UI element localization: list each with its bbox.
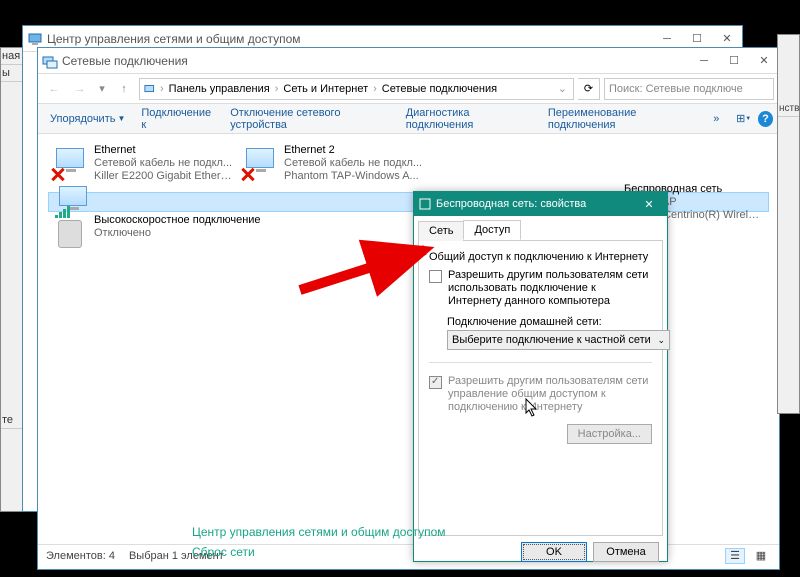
crumb-network-internet[interactable]: Сеть и Интернет	[280, 83, 371, 95]
tab-sharing[interactable]: Доступ	[463, 220, 521, 240]
search-placeholder: Поиск: Сетевые подключе	[609, 83, 743, 95]
diagnose-button[interactable]: Диагностика подключения	[400, 103, 538, 135]
view-large-icons-button[interactable]: ▦	[751, 548, 771, 564]
nav-up-button[interactable]: ↑	[113, 78, 135, 100]
connection-ethernet-2[interactable]: Ethernet 2 Сетевой кабель не подкл... Ph…	[238, 142, 428, 192]
ethernet-icon	[50, 144, 90, 184]
connection-name: Ethernet	[94, 144, 234, 157]
tab-network[interactable]: Сеть	[418, 221, 464, 241]
dialog-titlebar[interactable]: Беспроводная сеть: свойства ✕	[414, 192, 667, 216]
command-bar: Упорядочить▼ Подключение к Отключение се…	[38, 104, 779, 134]
checkbox-allow-control-label: Разрешить другим пользователям сети упра…	[448, 375, 652, 414]
close-button[interactable]: ✕	[749, 48, 779, 74]
connection-name: Высокоскоростное подключение	[94, 214, 261, 227]
connection-status: Сетевой кабель не подкл...	[94, 157, 234, 170]
modem-icon	[50, 214, 90, 254]
connect-to-button[interactable]: Подключение к	[135, 103, 220, 135]
section-heading: Общий доступ к подключению к Интернету	[429, 251, 652, 263]
crumb-control-panel[interactable]: Панель управления	[166, 83, 273, 95]
window-title: Центр управления сетями и общим доступом	[47, 32, 652, 46]
connection-status: Сетевой кабель не подкл...	[284, 157, 422, 170]
maximize-button[interactable]: ☐	[719, 48, 749, 74]
checkbox-allow-sharing-label: Разрешить другим пользователям сети испо…	[448, 269, 652, 308]
background-panel-fragment-right: нства	[777, 34, 800, 414]
minimize-button[interactable]: ─	[689, 48, 719, 74]
home-connection-label: Подключение домашней сети:	[447, 316, 652, 328]
rename-button[interactable]: Переименование подключения	[542, 103, 703, 135]
dialog-wireless-properties: Беспроводная сеть: свойства ✕ Сеть Досту…	[413, 191, 668, 562]
connection-name: Ethernet 2	[284, 144, 422, 157]
nav-forward-button[interactable]: →	[69, 78, 91, 100]
breadcrumb[interactable]: › Панель управления › Сеть и Интернет › …	[139, 78, 574, 100]
connection-device: Phantom TAP-Windows A...	[284, 170, 422, 183]
settings-button: Настройка...	[567, 424, 652, 444]
home-connection-select[interactable]: Выберите подключение к частной сети⌄	[447, 330, 670, 350]
view-details-button[interactable]: ☰	[725, 548, 745, 564]
network-icon	[144, 82, 158, 96]
connection-status: Отключено	[94, 227, 234, 240]
link-network-center[interactable]: Центр управления сетями и общим доступом	[192, 525, 446, 539]
link-network-reset[interactable]: Сброс сети	[192, 545, 446, 559]
search-input[interactable]: Поиск: Сетевые подключе	[604, 78, 774, 100]
background-links: Центр управления сетями и общим доступом…	[192, 519, 446, 565]
address-bar: ← → ▾ ↑ › Панель управления › Сеть и Инт…	[38, 74, 779, 104]
dialog-close-button[interactable]: ✕	[635, 192, 663, 216]
ethernet-icon	[240, 144, 280, 184]
more-button[interactable]: »	[707, 109, 725, 129]
network-icon	[42, 53, 58, 69]
nav-dropdown-button[interactable]: ▾	[95, 78, 109, 100]
window-title: Сетевые подключения	[62, 54, 689, 68]
checkbox-allow-sharing[interactable]	[429, 270, 442, 283]
nav-back-button[interactable]: ←	[43, 78, 65, 100]
tab-panel-sharing: Общий доступ к подключению к Интернету Р…	[418, 240, 663, 536]
connection-device: Killer E2200 Gigabit Etherne...	[94, 170, 234, 183]
tab-strip: Сеть Доступ	[414, 216, 667, 240]
connection-dialup[interactable]: Высокоскоростное подключение Отключено	[48, 212, 308, 262]
refresh-button[interactable]: ⟳	[578, 78, 600, 100]
item-count: Элементов: 4	[46, 550, 115, 562]
help-button[interactable]: ?	[758, 111, 773, 127]
control-panel-icon	[27, 31, 43, 47]
cursor-icon	[525, 398, 541, 423]
dialog-title: Беспроводная сеть: свойства	[436, 198, 586, 210]
ok-button[interactable]: OK	[521, 542, 587, 562]
cancel-button[interactable]: Отмена	[593, 542, 659, 562]
view-options-button[interactable]: ⊞▼	[733, 108, 754, 130]
window-network-connections: Сетевые подключения ─ ☐ ✕ ← → ▾ ↑ › Пане…	[37, 47, 780, 570]
crumb-network-connections[interactable]: Сетевые подключения	[379, 83, 500, 95]
disable-device-button[interactable]: Отключение сетевого устройства	[224, 103, 395, 135]
arrange-button[interactable]: Упорядочить▼	[44, 109, 131, 129]
checkbox-allow-control	[429, 376, 442, 389]
network-setting-icon	[418, 197, 432, 211]
